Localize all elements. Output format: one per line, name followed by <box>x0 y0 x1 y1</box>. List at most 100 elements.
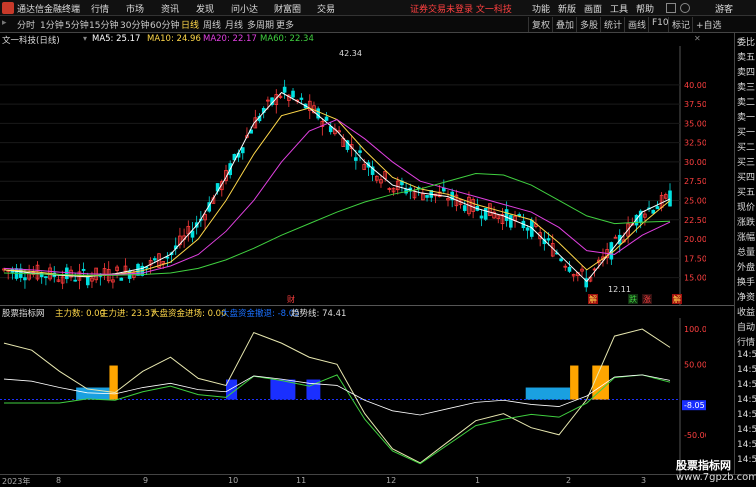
marker-die-text: 跌 <box>629 294 637 304</box>
price-tick: 15.00 <box>684 274 706 283</box>
annotation-low: 12.11 <box>608 285 631 294</box>
date-year: 2023年 <box>2 477 31 486</box>
candle-body <box>358 150 362 153</box>
close-icon[interactable]: ✕ <box>694 34 701 43</box>
btn-huaxian[interactable]: 画线 <box>624 17 649 32</box>
tab-yuexian[interactable]: 月线 <box>225 18 243 31</box>
tab-gengduo[interactable]: 更多 <box>276 18 294 31</box>
quote-label: 14:56 <box>737 440 756 450</box>
menu-jiaoyi[interactable]: 交易 <box>317 2 335 15</box>
fold-icon[interactable]: ▸ <box>2 18 7 28</box>
quote-label: 买四 <box>737 173 756 183</box>
btn-diejia[interactable]: 叠加 <box>552 17 577 32</box>
chevron-icon[interactable]: ▾ <box>83 34 87 43</box>
indicator-legend: 股票指标网 主力数: 0.00 主力进: 23.37 大盘资金进场: 0.00 … <box>0 305 756 319</box>
price-tick: 27.50 <box>684 177 706 186</box>
candle-body <box>668 190 672 207</box>
candle-body <box>504 209 509 221</box>
candle-body <box>190 230 195 238</box>
quote-label: 涨幅 <box>737 233 756 243</box>
tab-30min[interactable]: 30分钟 <box>120 18 149 31</box>
price-tick: 37.50 <box>684 100 706 109</box>
menu-hangqing[interactable]: 行情 <box>91 2 109 15</box>
quote-label: 收益 <box>737 308 756 318</box>
ma10-value: MA10: 24.96 <box>147 34 201 44</box>
date-1: 1 <box>475 476 481 485</box>
price-tick: 35.00 <box>684 119 706 128</box>
date-2: 2 <box>566 476 572 485</box>
ma20-value: MA20: 22.17 <box>203 34 257 44</box>
tab-fenshi[interactable]: 分时 <box>17 18 35 31</box>
btn-zixuan[interactable]: +自选 <box>692 17 725 32</box>
btn-biaoji[interactable]: 标记 <box>668 17 693 32</box>
candle-body <box>240 147 245 154</box>
marker-zhang-text: 涨 <box>643 294 651 304</box>
marker-jie2-text: 解 <box>673 294 681 304</box>
quote-label: 换手 <box>737 278 756 288</box>
btn-fuquan[interactable]: 复权 <box>528 17 553 32</box>
candle-body <box>517 214 522 217</box>
ma-line-ma10 <box>3 107 671 277</box>
quote-label: 涨跌 <box>737 218 756 228</box>
candlestick-chart[interactable]: 40.00 37.50 35.00 32.50 30.00 27.50 25.00 22.50… <box>0 46 706 305</box>
menu-xinban[interactable]: 新版 <box>558 2 576 15</box>
btn-duogu[interactable]: 多股 <box>576 17 601 32</box>
candle-body <box>291 90 295 98</box>
indicator-bar <box>525 387 571 400</box>
price-tick: 20.00 <box>684 235 706 244</box>
candle-body <box>65 267 69 280</box>
date-10: 10 <box>228 476 239 485</box>
candle-body <box>152 258 157 261</box>
user-icon[interactable] <box>680 3 690 13</box>
marker-cai-text: 财 <box>287 294 295 304</box>
candle-body <box>559 258 563 262</box>
menu-bangzhu[interactable]: 帮助 <box>636 2 654 15</box>
date-11: 11 <box>296 476 307 485</box>
menu-gongju[interactable]: 工具 <box>610 2 628 15</box>
tab-zhouxian[interactable]: 周线 <box>203 18 221 31</box>
quote-label: 卖三 <box>737 83 756 93</box>
tab-15min[interactable]: 15分钟 <box>89 18 118 31</box>
menu-faxian[interactable]: 发现 <box>196 2 214 15</box>
candle-body <box>425 195 429 198</box>
quote-panel: 委比 卖五 卖四 卖三 卖二 卖一 买一 买二 买三 买四 买五 现价 涨跌 涨幅 总量 外盘 换手 净资 收益 自动… <box>734 33 756 474</box>
quote-label: 14:56 <box>737 380 756 390</box>
login-notice[interactable]: 证券交易未登录 文一科技 <box>410 2 512 15</box>
menu-huamian[interactable]: 画面 <box>584 2 602 15</box>
title-bar: 通达信金融终端 行情 市场 资讯 发现 问小达 财富圈 交易 证券交易未登录 文… <box>0 0 756 16</box>
candle-body <box>546 238 551 241</box>
date-12: 12 <box>386 476 397 485</box>
candle-body <box>442 187 446 192</box>
app-logo-icon <box>2 2 14 14</box>
main-grid <box>0 84 680 279</box>
tab-5min[interactable]: 5分钟 <box>65 18 89 31</box>
indicator-bar <box>109 365 118 400</box>
candle-body <box>651 209 656 214</box>
ma5-value: MA5: 25.17 <box>92 34 141 44</box>
menu-zixun[interactable]: 资讯 <box>161 2 179 15</box>
ma-lines <box>3 91 671 283</box>
quote-label: 自动 <box>737 323 756 333</box>
tab-1min[interactable]: 1分钟 <box>40 18 64 31</box>
quote-label: 现价 <box>737 203 756 213</box>
menu-caifuquan[interactable]: 财富圈 <box>274 2 301 15</box>
quote-label: 14:56 <box>737 410 756 420</box>
price-tick: 17.50 <box>684 254 706 263</box>
menu-shichang[interactable]: 市场 <box>126 2 144 15</box>
candle-body <box>655 206 660 210</box>
quote-label: 委比 <box>737 38 756 48</box>
menu-gongneng[interactable]: 功能 <box>532 2 550 15</box>
tab-duozhouqi[interactable]: 多周期 <box>247 18 274 31</box>
indicator-chart[interactable]: 100.0 50.00 -8.05 -50.00 <box>0 318 706 474</box>
tab-60min[interactable]: 60分钟 <box>150 18 179 31</box>
user-label[interactable]: 游客 <box>715 2 733 15</box>
btn-tongji[interactable]: 统计 <box>600 17 625 32</box>
price-tick: 30.00 <box>684 158 706 167</box>
settings-icon[interactable] <box>666 3 676 13</box>
watermark: 股票指标网 www.7gpzb.com <box>676 457 756 487</box>
quote-label: 14:56 <box>737 350 756 360</box>
indicator-bar <box>570 365 579 400</box>
quote-label: 卖五 <box>737 53 756 63</box>
menu-wenxiaoda[interactable]: 问小达 <box>231 2 258 15</box>
tab-rixian[interactable]: 日线 <box>181 18 199 31</box>
